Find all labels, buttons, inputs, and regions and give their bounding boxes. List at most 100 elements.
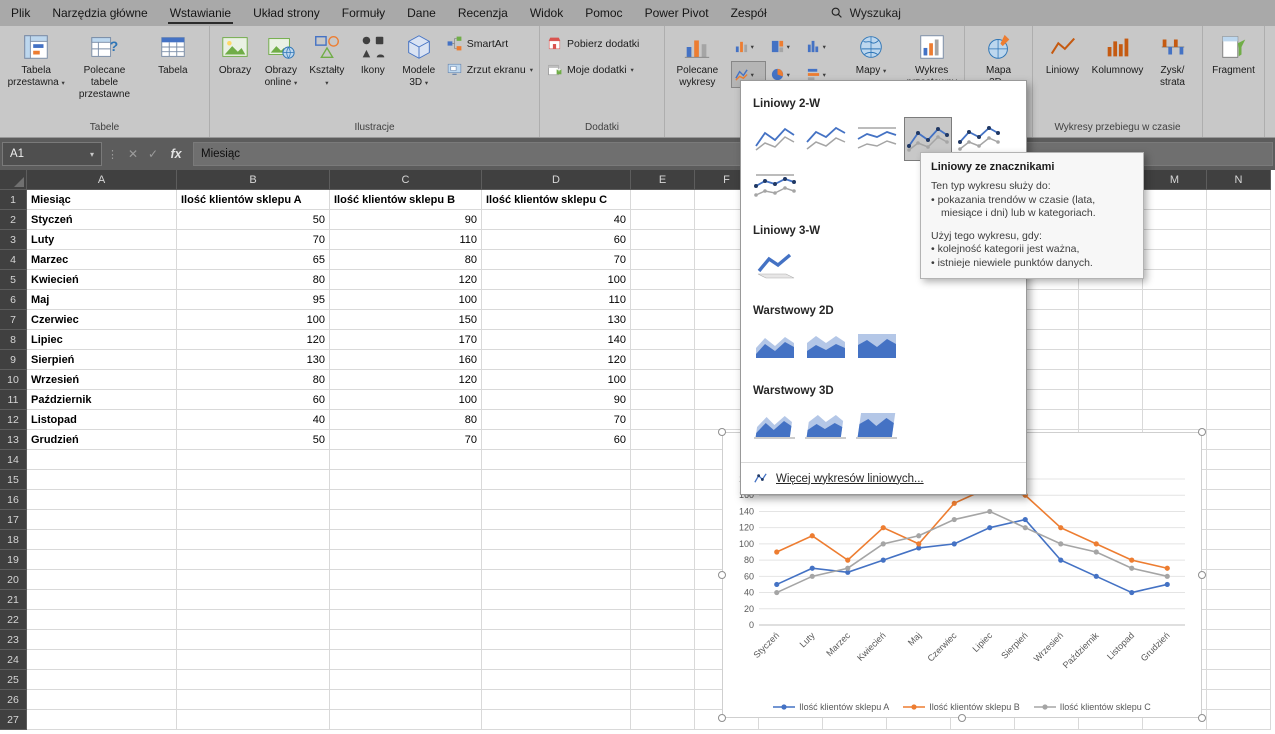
cell-B5[interactable]: 80	[177, 270, 330, 290]
row-header-12[interactable]: 12	[0, 410, 27, 430]
column-header-D[interactable]: D	[482, 170, 631, 190]
cell-A15[interactable]	[27, 470, 177, 490]
cell-D13[interactable]: 60	[482, 430, 631, 450]
cell-N4[interactable]	[1207, 250, 1271, 270]
cell-E7[interactable]	[631, 310, 695, 330]
cell-B8[interactable]: 120	[177, 330, 330, 350]
cell-E4[interactable]	[631, 250, 695, 270]
cell-C4[interactable]: 80	[330, 250, 482, 270]
column-header-A[interactable]: A	[27, 170, 177, 190]
cell-M11[interactable]	[1143, 390, 1207, 410]
cell-N9[interactable]	[1207, 350, 1271, 370]
cell-E16[interactable]	[631, 490, 695, 510]
chart-type-line-3d-icon[interactable]	[751, 244, 799, 288]
cell-N23[interactable]	[1207, 630, 1271, 650]
ribbon-button-tabela[interactable]: Tabela	[139, 28, 207, 120]
cell-C12[interactable]: 80	[330, 410, 482, 430]
row-header-13[interactable]: 13	[0, 430, 27, 450]
cell-A18[interactable]	[27, 530, 177, 550]
row-header-9[interactable]: 9	[0, 350, 27, 370]
tab-dane[interactable]: Dane	[396, 0, 447, 26]
cell-M7[interactable]	[1143, 310, 1207, 330]
search-box[interactable]: Wyszukaj	[830, 6, 901, 20]
cell-B6[interactable]: 95	[177, 290, 330, 310]
cell-D5[interactable]: 100	[482, 270, 631, 290]
column-header-M[interactable]: M	[1143, 170, 1207, 190]
cell-C11[interactable]: 100	[330, 390, 482, 410]
name-box[interactable]: A1 ▾	[2, 142, 102, 166]
cell-E9[interactable]	[631, 350, 695, 370]
cell-D10[interactable]: 100	[482, 370, 631, 390]
row-header-1[interactable]: 1	[0, 190, 27, 210]
cell-D23[interactable]	[482, 630, 631, 650]
cell-C10[interactable]: 120	[330, 370, 482, 390]
cell-E3[interactable]	[631, 230, 695, 250]
cell-M6[interactable]	[1143, 290, 1207, 310]
insert-function-button[interactable]: fx	[163, 147, 189, 161]
cell-D7[interactable]: 130	[482, 310, 631, 330]
cell-E11[interactable]	[631, 390, 695, 410]
cell-B19[interactable]	[177, 550, 330, 570]
cell-A1[interactable]: Miesiąc	[27, 190, 177, 210]
cell-D25[interactable]	[482, 670, 631, 690]
cell-B22[interactable]	[177, 610, 330, 630]
cell-D16[interactable]	[482, 490, 631, 510]
cell-B12[interactable]: 40	[177, 410, 330, 430]
cell-B27[interactable]	[177, 710, 330, 730]
cell-B17[interactable]	[177, 510, 330, 530]
row-header-14[interactable]: 14	[0, 450, 27, 470]
cell-E22[interactable]	[631, 610, 695, 630]
cell-L6[interactable]	[1079, 290, 1143, 310]
cell-M4[interactable]	[1143, 250, 1207, 270]
cell-D3[interactable]: 60	[482, 230, 631, 250]
cell-A12[interactable]: Listopad	[27, 410, 177, 430]
tab-wstawianie[interactable]: Wstawianie	[159, 0, 242, 26]
row-header-3[interactable]: 3	[0, 230, 27, 250]
cell-B9[interactable]: 130	[177, 350, 330, 370]
cell-E2[interactable]	[631, 210, 695, 230]
cell-C5[interactable]: 120	[330, 270, 482, 290]
cell-N5[interactable]	[1207, 270, 1271, 290]
row-header-18[interactable]: 18	[0, 530, 27, 550]
cell-M12[interactable]	[1143, 410, 1207, 430]
ribbon-button-moje-dodatki[interactable]: Moje dodatki▾	[542, 59, 643, 80]
cell-N20[interactable]	[1207, 570, 1271, 590]
cell-N19[interactable]	[1207, 550, 1271, 570]
enter-button[interactable]: ✓	[143, 147, 163, 161]
cell-N25[interactable]	[1207, 670, 1271, 690]
cell-E18[interactable]	[631, 530, 695, 550]
cell-B7[interactable]: 100	[177, 310, 330, 330]
cell-C9[interactable]: 160	[330, 350, 482, 370]
cell-N10[interactable]	[1207, 370, 1271, 390]
chart-type-line-100-markers-icon[interactable]	[751, 164, 799, 208]
row-header-11[interactable]: 11	[0, 390, 27, 410]
cell-L9[interactable]	[1079, 350, 1143, 370]
cell-D4[interactable]: 70	[482, 250, 631, 270]
cell-N12[interactable]	[1207, 410, 1271, 430]
cell-A26[interactable]	[27, 690, 177, 710]
ribbon-button-polecane-wykresy[interactable]: Polecane wykresy	[667, 28, 728, 120]
cell-B16[interactable]	[177, 490, 330, 510]
cell-A2[interactable]: Styczeń	[27, 210, 177, 230]
chart-handle-top-left[interactable]	[718, 428, 726, 436]
cell-C26[interactable]	[330, 690, 482, 710]
row-header-8[interactable]: 8	[0, 330, 27, 350]
tab-narz-dzia-g-wne[interactable]: Narzędzia główne	[41, 0, 158, 26]
chart-handle-middle-right[interactable]	[1198, 571, 1206, 579]
row-header-19[interactable]: 19	[0, 550, 27, 570]
chart-type-area-icon[interactable]	[751, 324, 799, 368]
cell-N11[interactable]	[1207, 390, 1271, 410]
cell-B25[interactable]	[177, 670, 330, 690]
cell-E8[interactable]	[631, 330, 695, 350]
cell-A16[interactable]	[27, 490, 177, 510]
cell-N1[interactable]	[1207, 190, 1271, 210]
cell-D19[interactable]	[482, 550, 631, 570]
cell-M5[interactable]	[1143, 270, 1207, 290]
cell-D6[interactable]: 110	[482, 290, 631, 310]
cell-E15[interactable]	[631, 470, 695, 490]
cell-A10[interactable]: Wrzesień	[27, 370, 177, 390]
row-header-4[interactable]: 4	[0, 250, 27, 270]
cell-M2[interactable]	[1143, 210, 1207, 230]
ribbon-button-pobierz-dodatki[interactable]: Pobierz dodatki	[542, 33, 643, 54]
cell-B14[interactable]	[177, 450, 330, 470]
